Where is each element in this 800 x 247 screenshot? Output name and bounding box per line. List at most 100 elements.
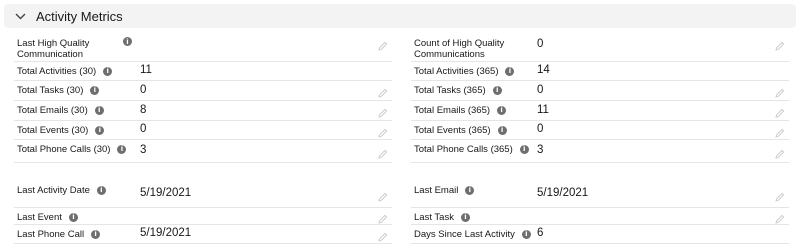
info-icon[interactable]: i bbox=[497, 126, 507, 135]
field-label-text: Total Events (365) bbox=[414, 125, 491, 136]
field-value: 11 bbox=[140, 64, 152, 76]
field-value: 8 bbox=[140, 103, 147, 116]
edit-pencil-icon[interactable] bbox=[378, 38, 388, 51]
field-row-last-task: Last Task i bbox=[411, 208, 789, 225]
info-icon[interactable]: i bbox=[117, 145, 127, 154]
edit-pencil-icon[interactable] bbox=[378, 105, 388, 118]
info-icon[interactable]: i bbox=[465, 186, 475, 195]
info-icon[interactable]: i bbox=[95, 126, 105, 135]
field-label-text: Total Emails (30) bbox=[17, 105, 88, 116]
field-label-text: Days Since Last Activity bbox=[414, 229, 515, 240]
edit-pencil-icon[interactable] bbox=[378, 189, 388, 202]
field-label-text: Total Phone Calls (365) bbox=[414, 144, 513, 155]
field-row-total-emails-365: Total Emails (365) i 11 bbox=[411, 101, 789, 121]
field-label: Last Task i bbox=[414, 212, 470, 223]
field-label-text: Last Activity Date bbox=[17, 185, 90, 196]
info-icon[interactable]: i bbox=[123, 37, 132, 46]
field-label: Total Phone Calls (365) i bbox=[414, 144, 529, 155]
info-icon[interactable]: i bbox=[497, 106, 507, 115]
field-label: Total Tasks (365) i bbox=[414, 85, 502, 96]
field-label: Last Phone Call i bbox=[17, 229, 101, 240]
field-label-text: Total Tasks (30) bbox=[17, 85, 84, 96]
field-label: Days Since Last Activity i bbox=[414, 229, 531, 240]
field-row-total-events-30: Total Events (30) i 0 bbox=[14, 121, 392, 140]
edit-pencil-icon[interactable] bbox=[378, 85, 388, 98]
field-value: 5/19/2021 bbox=[140, 227, 192, 239]
edit-pencil-icon[interactable] bbox=[378, 229, 388, 242]
field-row-count-of-high-quality-communications: Count of High Quality Communications 0 bbox=[411, 34, 789, 62]
info-icon[interactable]: i bbox=[460, 213, 470, 222]
field-row-last-event: Last Event i bbox=[14, 208, 392, 225]
field-row-last-high-quality-communication: i Last High Quality Communication bbox=[14, 34, 392, 62]
field-label-text: Count of High Quality Communications bbox=[414, 38, 505, 60]
field-value: 3 bbox=[537, 144, 544, 156]
info-icon[interactable]: i bbox=[505, 67, 515, 76]
field-label: Last Activity Date i bbox=[17, 185, 106, 196]
field-label-text: Last Email bbox=[414, 185, 459, 196]
field-label: Total Activities (30) i bbox=[17, 66, 113, 77]
left-field-column: i Last High Quality Communication Total Ac… bbox=[14, 34, 392, 244]
section-title: Activity Metrics bbox=[36, 8, 123, 24]
field-row-last-email: Last Email i 5/19/2021 bbox=[411, 181, 789, 208]
edit-pencil-icon[interactable] bbox=[775, 211, 785, 224]
field-label: Total Activities (365) i bbox=[414, 66, 515, 77]
field-label: Total Phone Calls (30) i bbox=[17, 144, 127, 155]
info-icon[interactable]: i bbox=[96, 186, 106, 195]
field-row-total-tasks-30: Total Tasks (30) i 0 bbox=[14, 81, 392, 101]
info-icon[interactable]: i bbox=[94, 106, 104, 115]
field-value: 11 bbox=[537, 103, 549, 116]
right-field-column: Count of High Quality Communications 0 Tot… bbox=[411, 34, 789, 244]
field-value: 14 bbox=[537, 64, 550, 76]
field-row-total-emails-30: Total Emails (30) i 8 bbox=[14, 101, 392, 121]
info-icon[interactable]: i bbox=[91, 230, 101, 239]
info-icon[interactable]: i bbox=[521, 230, 531, 239]
field-label: Last High Quality Communication bbox=[17, 38, 113, 60]
field-value: 0 bbox=[537, 38, 544, 50]
field-row-total-phone-calls-365: Total Phone Calls (365) i 3 bbox=[411, 140, 789, 163]
edit-pencil-icon[interactable] bbox=[378, 146, 388, 159]
field-label: Last Event i bbox=[17, 212, 78, 223]
field-value: 0 bbox=[140, 123, 147, 135]
field-label-text: Total Phone Calls (30) bbox=[17, 144, 111, 155]
info-icon[interactable]: i bbox=[492, 86, 502, 95]
field-value: 0 bbox=[537, 83, 544, 96]
field-label-text: Total Emails (365) bbox=[414, 105, 491, 116]
field-value: 5/19/2021 bbox=[140, 187, 192, 199]
field-value: 0 bbox=[140, 83, 147, 96]
field-row-total-phone-calls-30: Total Phone Calls (30) i 3 bbox=[14, 140, 392, 163]
field-label: Total Emails (30) i bbox=[17, 105, 104, 116]
info-icon[interactable]: i bbox=[103, 67, 113, 76]
field-label-text: Total Activities (30) bbox=[17, 66, 97, 77]
info-icon[interactable]: i bbox=[68, 213, 78, 222]
field-row-total-tasks-365: Total Tasks (365) i 0 bbox=[411, 81, 789, 101]
edit-pencil-icon[interactable] bbox=[775, 189, 785, 202]
info-icon[interactable]: i bbox=[519, 145, 529, 154]
field-label: Count of High Quality Communications bbox=[414, 38, 514, 60]
chevron-down-icon[interactable] bbox=[14, 10, 26, 22]
field-label-text: Last High Quality Communication bbox=[17, 38, 90, 60]
edit-pencil-icon[interactable] bbox=[775, 146, 785, 159]
field-value: 0 bbox=[537, 123, 544, 135]
field-row-total-activities-365: Total Activities (365) i 14 bbox=[411, 62, 789, 81]
section-header-activity-metrics[interactable]: Activity Metrics bbox=[4, 4, 796, 28]
field-label-text: Total Activities (365) bbox=[414, 66, 499, 77]
field-value: 6 bbox=[537, 227, 544, 239]
edit-pencil-icon[interactable] bbox=[775, 85, 785, 98]
field-row-last-phone-call: Last Phone Call i 5/19/2021 bbox=[14, 225, 392, 244]
edit-pencil-icon[interactable] bbox=[775, 38, 785, 51]
field-label: Last Email i bbox=[414, 185, 475, 196]
info-icon[interactable]: i bbox=[90, 86, 100, 95]
field-label-text: Total Events (30) bbox=[17, 125, 89, 136]
field-row-last-activity-date: Last Activity Date i 5/19/2021 bbox=[14, 181, 392, 208]
edit-pencil-icon[interactable] bbox=[775, 105, 785, 118]
edit-pencil-icon[interactable] bbox=[378, 125, 388, 138]
edit-pencil-icon[interactable] bbox=[775, 125, 785, 138]
field-value: 5/19/2021 bbox=[537, 187, 589, 199]
field-label: Total Events (30) i bbox=[17, 125, 105, 136]
field-label-text: Last Task bbox=[414, 212, 454, 223]
edit-pencil-icon[interactable] bbox=[378, 211, 388, 224]
field-label-text: Total Tasks (365) bbox=[414, 85, 486, 96]
field-row-total-activities-30: Total Activities (30) i 11 bbox=[14, 62, 392, 81]
field-row-total-events-365: Total Events (365) i 0 bbox=[411, 121, 789, 140]
field-label: Total Tasks (30) i bbox=[17, 85, 100, 96]
